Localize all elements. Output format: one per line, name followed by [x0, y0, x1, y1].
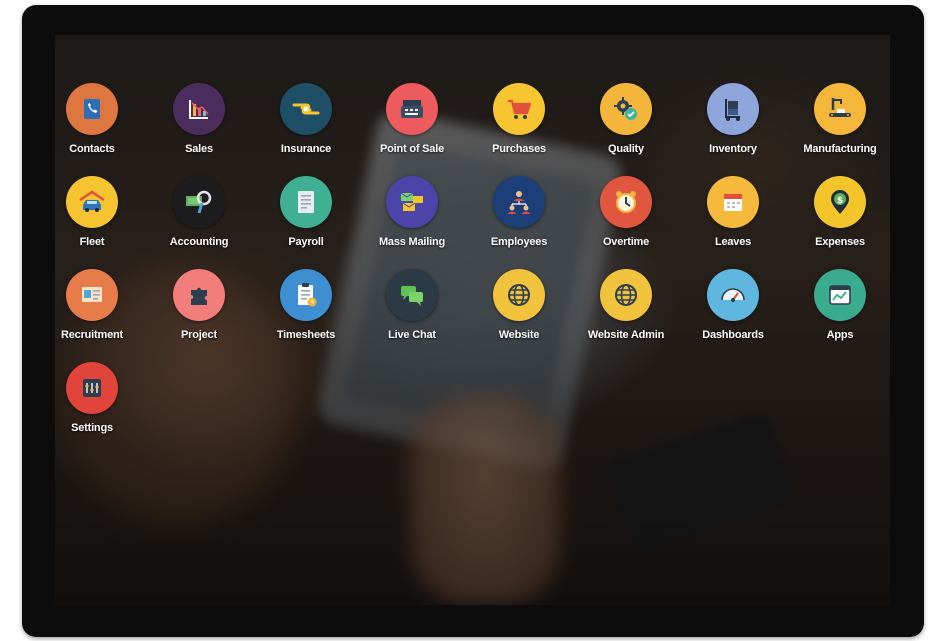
- app-sales[interactable]: Sales: [149, 83, 249, 169]
- accounting-icon: [173, 176, 225, 228]
- app-apps[interactable]: Apps: [790, 269, 890, 355]
- app-inventory[interactable]: Inventory: [683, 83, 783, 169]
- contacts-icon: [66, 83, 118, 135]
- app-label: Recruitment: [61, 329, 123, 341]
- app-label: Inventory: [709, 143, 757, 155]
- app-settings[interactable]: Settings: [55, 362, 142, 448]
- quality-gear-icon: [600, 83, 652, 135]
- overtime-clock-icon: [600, 176, 652, 228]
- fleet-car-icon: [66, 176, 118, 228]
- app-label: Settings: [71, 422, 113, 434]
- svg-text:$: $: [837, 196, 843, 206]
- website-admin-globe-icon: [600, 269, 652, 321]
- app-employees[interactable]: Employees: [469, 176, 569, 262]
- shopping-cart-icon: [493, 83, 545, 135]
- app-label: Live Chat: [388, 329, 436, 341]
- app-payroll[interactable]: Payroll: [256, 176, 356, 262]
- app-dashboards[interactable]: Dashboards: [683, 269, 783, 355]
- app-manufacturing[interactable]: Manufacturing: [790, 83, 890, 169]
- app-label: Contacts: [69, 143, 115, 155]
- app-label: Quality: [608, 143, 644, 155]
- app-label: Website: [498, 329, 540, 341]
- recruitment-icon: [66, 269, 118, 321]
- app-leaves[interactable]: Leaves: [683, 176, 783, 262]
- app-purchases[interactable]: Purchases: [469, 83, 569, 169]
- app-overtime[interactable]: Overtime: [576, 176, 676, 262]
- manufacturing-icon: [814, 83, 866, 135]
- app-label: Mass Mailing: [378, 236, 446, 248]
- cash-register-icon: [386, 83, 438, 135]
- app-label: Timesheets: [276, 329, 336, 341]
- timesheets-icon: [280, 269, 332, 321]
- home-screen: Contacts Sales Insurance Point of Sale P…: [55, 35, 890, 605]
- app-label: Fleet: [79, 236, 105, 248]
- app-label: Accounting: [169, 236, 229, 248]
- mass-mailing-icon: [386, 176, 438, 228]
- app-fleet[interactable]: Fleet: [55, 176, 142, 262]
- app-recruitment[interactable]: Recruitment: [55, 269, 142, 355]
- app-label: Overtime: [602, 236, 650, 248]
- app-label: Leaves: [714, 236, 752, 248]
- app-label: Manufacturing: [803, 143, 877, 155]
- app-live-chat[interactable]: Live Chat: [362, 269, 462, 355]
- insurance-hands-icon: [280, 83, 332, 135]
- app-mass-mailing[interactable]: Mass Mailing: [362, 176, 462, 262]
- expenses-pin-icon: $: [814, 176, 866, 228]
- app-timesheets[interactable]: Timesheets: [256, 269, 356, 355]
- app-label: Purchases: [492, 143, 546, 155]
- app-contacts[interactable]: Contacts: [55, 83, 142, 169]
- app-label: Expenses: [815, 236, 865, 248]
- inventory-cart-icon: [707, 83, 759, 135]
- app-label: Website Admin: [587, 329, 665, 341]
- app-website-admin[interactable]: Website Admin: [576, 269, 676, 355]
- employees-icon: [493, 176, 545, 228]
- app-insurance[interactable]: Insurance: [256, 83, 356, 169]
- app-expenses[interactable]: $ Expenses: [790, 176, 890, 262]
- website-globe-icon: [493, 269, 545, 321]
- app-label: Project: [181, 329, 217, 341]
- apps-window-icon: [814, 269, 866, 321]
- app-label: Employees: [490, 236, 548, 248]
- settings-icon: [66, 362, 118, 414]
- app-label: Insurance: [280, 143, 332, 155]
- app-quality[interactable]: Quality: [576, 83, 676, 169]
- app-accounting[interactable]: Accounting: [149, 176, 249, 262]
- app-label: Payroll: [288, 236, 324, 248]
- app-website[interactable]: Website: [469, 269, 569, 355]
- app-project[interactable]: Project: [149, 269, 249, 355]
- app-label: Sales: [185, 143, 213, 155]
- sales-chart-icon: [173, 83, 225, 135]
- live-chat-icon: [386, 269, 438, 321]
- app-label: Dashboards: [702, 329, 764, 341]
- app-label: Point of Sale: [379, 143, 445, 155]
- leaves-calendar-icon: [707, 176, 759, 228]
- tablet-frame: Contacts Sales Insurance Point of Sale P…: [22, 5, 924, 637]
- payroll-document-icon: [280, 176, 332, 228]
- app-point-of-sale[interactable]: Point of Sale: [362, 83, 462, 169]
- app-label: Apps: [826, 329, 854, 341]
- dashboards-gauge-icon: [707, 269, 759, 321]
- project-puzzle-icon: [173, 269, 225, 321]
